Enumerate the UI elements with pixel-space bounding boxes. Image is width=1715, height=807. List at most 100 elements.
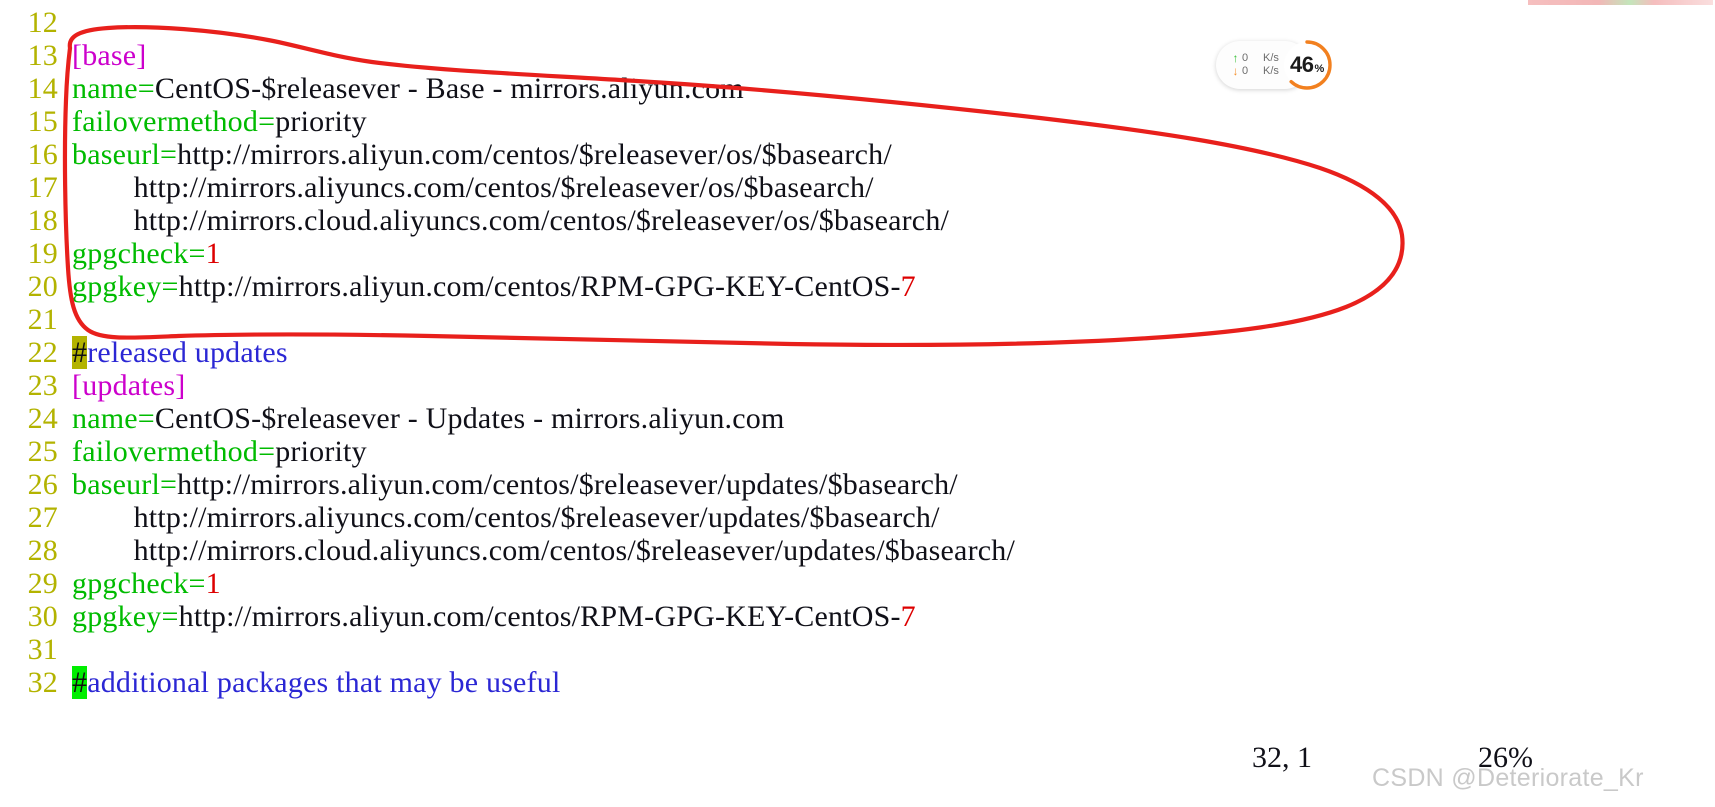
- code-line-text: failovermethod=priority: [58, 105, 367, 138]
- code-token: =: [161, 600, 179, 633]
- code-line[interactable]: 18 http://mirrors.cloud.aliyuncs.com/cen…: [0, 204, 949, 237]
- config-key: failovermethod: [72, 435, 259, 468]
- code-line[interactable]: 28 http://mirrors.cloud.aliyuncs.com/cen…: [0, 534, 1015, 567]
- code-line[interactable]: 16 baseurl=http://mirrors.aliyun.com/cent…: [0, 138, 892, 171]
- code-token: http://mirrors.aliyun.com/centos/$releas…: [177, 138, 892, 171]
- code-line-text: name=CentOS-$releasever - Base - mirrors…: [58, 72, 744, 105]
- network-speed-widget[interactable]: ↑ 0 K/s ↓ 0 K/s 46 %: [1216, 39, 1333, 91]
- code-token: CentOS-$releasever - Base - mirrors.aliy…: [154, 72, 744, 105]
- code-line-text: [updates]: [58, 369, 185, 402]
- code-line[interactable]: 25 failovermethod=priority: [0, 435, 367, 468]
- code-line[interactable]: 21: [0, 303, 72, 336]
- line-number: 29: [27, 567, 58, 600]
- numeric-literal: 7: [900, 270, 916, 303]
- code-line-text: http://mirrors.cloud.aliyuncs.com/centos…: [58, 534, 1015, 567]
- code-line[interactable]: 15 failovermethod=priority: [0, 105, 367, 138]
- code-token: =: [258, 105, 276, 138]
- config-key: baseurl: [72, 468, 161, 501]
- code-line[interactable]: 22 #released updates: [0, 336, 288, 369]
- repo-section-header: [base]: [72, 39, 147, 72]
- line-number: 19: [27, 237, 58, 270]
- line-number: 12: [27, 6, 58, 39]
- code-token: http://mirrors.aliyuncs.com/centos/$rele…: [72, 171, 874, 204]
- upload-speed-value: 0: [1242, 52, 1249, 64]
- code-line[interactable]: 13 [base]: [0, 39, 147, 72]
- code-line[interactable]: 30 gpgkey=http://mirrors.aliyun.com/cento…: [0, 600, 916, 633]
- download-speed-row: ↓ 0 K/s: [1230, 65, 1279, 78]
- code-token: http://mirrors.aliyuncs.com/centos/$rele…: [72, 501, 940, 534]
- line-number: 26: [27, 468, 58, 501]
- code-token: http://mirrors.aliyun.com/centos/RPM-GPG…: [178, 600, 901, 633]
- code-line-text: baseurl=http://mirrors.aliyun.com/centos…: [58, 468, 958, 501]
- code-line[interactable]: 26 baseurl=http://mirrors.aliyun.com/cent…: [0, 468, 958, 501]
- code-token: CentOS-$releasever - Updates - mirrors.a…: [154, 402, 785, 435]
- numeric-literal: 7: [900, 600, 916, 633]
- code-token: =: [188, 237, 206, 270]
- line-number: 16: [27, 138, 58, 171]
- line-number: 20: [27, 270, 58, 303]
- config-key: gpgkey: [72, 600, 162, 633]
- cursor-position-indicator: 32, 1: [1252, 741, 1312, 774]
- cpu-percent-sign: %: [1314, 63, 1325, 75]
- code-line-text: http://mirrors.cloud.aliyuncs.com/centos…: [58, 204, 949, 237]
- code-line[interactable]: 12: [0, 6, 72, 39]
- code-line-text: gpgcheck=1: [58, 567, 221, 600]
- numeric-literal: 1: [205, 237, 221, 270]
- cpu-usage-ring[interactable]: 46 %: [1281, 39, 1333, 91]
- code-line[interactable]: 14 name=CentOS-$releasever - Base - mirro…: [0, 72, 744, 105]
- line-number: 18: [27, 204, 58, 237]
- code-line[interactable]: 20 gpgkey=http://mirrors.aliyun.com/cento…: [0, 270, 916, 303]
- code-line[interactable]: 29 gpgcheck=1: [0, 567, 221, 600]
- cursor-highlight-char: #: [72, 336, 88, 369]
- download-speed-value: 0: [1242, 65, 1249, 77]
- cpu-usage-text: 46 %: [1290, 52, 1324, 78]
- config-key: gpgkey: [72, 270, 162, 303]
- numeric-literal: 1: [205, 567, 221, 600]
- code-line-text: gpgkey=http://mirrors.aliyun.com/centos/…: [58, 600, 916, 633]
- code-token: =: [160, 138, 178, 171]
- code-line[interactable]: 31: [0, 633, 72, 666]
- line-number: 13: [27, 39, 58, 72]
- code-line[interactable]: 19 gpgcheck=1: [0, 237, 221, 270]
- code-token: priority: [275, 105, 367, 138]
- code-token: =: [160, 468, 178, 501]
- code-line-text: gpgkey=http://mirrors.aliyun.com/centos/…: [58, 270, 916, 303]
- code-line[interactable]: 17 http://mirrors.aliyuncs.com/centos/$r…: [0, 171, 874, 204]
- code-line[interactable]: 23 [updates]: [0, 369, 186, 402]
- code-token: http://mirrors.aliyun.com/centos/RPM-GPG…: [178, 270, 901, 303]
- code-token: priority: [275, 435, 367, 468]
- line-number: 14: [27, 72, 58, 105]
- code-token: =: [188, 567, 206, 600]
- vim-status-line: 32, 1 26%: [0, 741, 1715, 781]
- comment-text: additional packages that may be useful: [87, 666, 561, 699]
- scroll-percent-indicator: 26%: [1478, 741, 1533, 774]
- code-line-text: http://mirrors.aliyuncs.com/centos/$rele…: [58, 501, 940, 534]
- upload-speed-unit: K/s: [1263, 52, 1279, 64]
- config-key: baseurl: [72, 138, 161, 171]
- code-token: =: [258, 435, 276, 468]
- code-line-text: baseurl=http://mirrors.aliyun.com/centos…: [58, 138, 892, 171]
- line-number: 17: [27, 171, 58, 204]
- config-key: name: [72, 402, 138, 435]
- config-key: gpgcheck: [72, 567, 189, 600]
- code-token: http://mirrors.cloud.aliyuncs.com/centos…: [72, 534, 1016, 567]
- config-key: failovermethod: [72, 105, 259, 138]
- code-line[interactable]: 27 http://mirrors.aliyuncs.com/centos/$r…: [0, 501, 940, 534]
- vim-editor-buffer[interactable]: 12 13 [base] 14 name=CentOS-$releasever - Ba…: [0, 0, 1715, 807]
- line-number: 31: [27, 633, 58, 666]
- line-number: 21: [27, 303, 58, 336]
- line-number: 25: [27, 435, 58, 468]
- code-line-text: http://mirrors.aliyuncs.com/centos/$rele…: [58, 171, 874, 204]
- code-token: http://mirrors.cloud.aliyuncs.com/centos…: [72, 204, 950, 237]
- code-line[interactable]: 32 #additional packages that may be usefu…: [0, 666, 560, 699]
- line-number: 32: [27, 666, 58, 699]
- cursor-highlight-char: #: [72, 666, 88, 699]
- config-key: gpgcheck: [72, 237, 189, 270]
- arrow-down-icon: ↓: [1232, 64, 1239, 78]
- code-line-text: #additional packages that may be useful: [58, 666, 560, 699]
- code-line[interactable]: 24 name=CentOS-$releasever - Updates - mi…: [0, 402, 785, 435]
- code-token: =: [137, 402, 155, 435]
- download-speed-unit: K/s: [1263, 65, 1279, 77]
